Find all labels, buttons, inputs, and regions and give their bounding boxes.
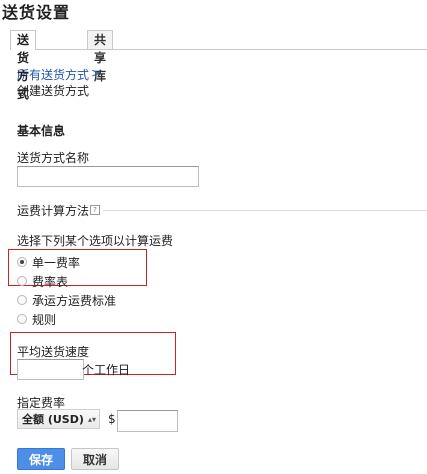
delivery-days-input[interactable] bbox=[17, 359, 84, 380]
radio-button[interactable] bbox=[17, 295, 27, 305]
rate-amount-input[interactable] bbox=[117, 410, 178, 432]
radio-label: 费率表 bbox=[32, 274, 69, 289]
radio-label: 承运方运费标准 bbox=[32, 293, 117, 308]
delivery-speed-label: 平均送货速度 bbox=[17, 345, 90, 359]
method-name-input[interactable] bbox=[17, 166, 199, 187]
radio-option-rules[interactable]: 规则 bbox=[17, 311, 56, 327]
tab-divider bbox=[10, 49, 427, 50]
help-icon[interactable]: ? bbox=[90, 205, 100, 215]
delivery-days-unit: 个工作日 bbox=[82, 363, 131, 377]
radio-option-flat-rate[interactable]: 单一费率 bbox=[17, 254, 80, 270]
radio-button[interactable] bbox=[17, 276, 27, 286]
tab-shared-library[interactable]: 共享库 bbox=[87, 30, 114, 83]
currency-select[interactable]: 全额 (USD) ▴▾ bbox=[17, 409, 100, 429]
select-arrows-icon: ▴▾ bbox=[87, 415, 96, 424]
radio-option-carrier-rate[interactable]: 承运方运费标准 bbox=[17, 292, 116, 308]
page-title: 送货设置 bbox=[2, 3, 71, 22]
tab-shipping-methods[interactable]: 送货方式 bbox=[10, 30, 37, 101]
save-button[interactable]: 保存 bbox=[17, 448, 65, 470]
breadcrumb-separator: > bbox=[91, 66, 102, 80]
method-name-label: 送货方式名称 bbox=[17, 151, 90, 165]
currency-symbol: $ bbox=[108, 412, 116, 426]
radio-button[interactable] bbox=[17, 257, 27, 267]
calc-method-heading: 运费计算方法 bbox=[17, 204, 90, 218]
calc-prompt: 选择下列某个选项以计算运费 bbox=[17, 234, 174, 248]
radio-label: 单一费率 bbox=[32, 255, 81, 270]
radio-label: 规则 bbox=[32, 312, 57, 327]
basic-info-heading: 基本信息 bbox=[17, 124, 66, 138]
cancel-button[interactable]: 取消 bbox=[71, 448, 119, 470]
radio-button[interactable] bbox=[17, 314, 27, 324]
radio-option-rate-table[interactable]: 费率表 bbox=[17, 273, 68, 289]
currency-select-value: 全额 (USD) bbox=[22, 413, 84, 426]
section-divider bbox=[103, 210, 427, 211]
